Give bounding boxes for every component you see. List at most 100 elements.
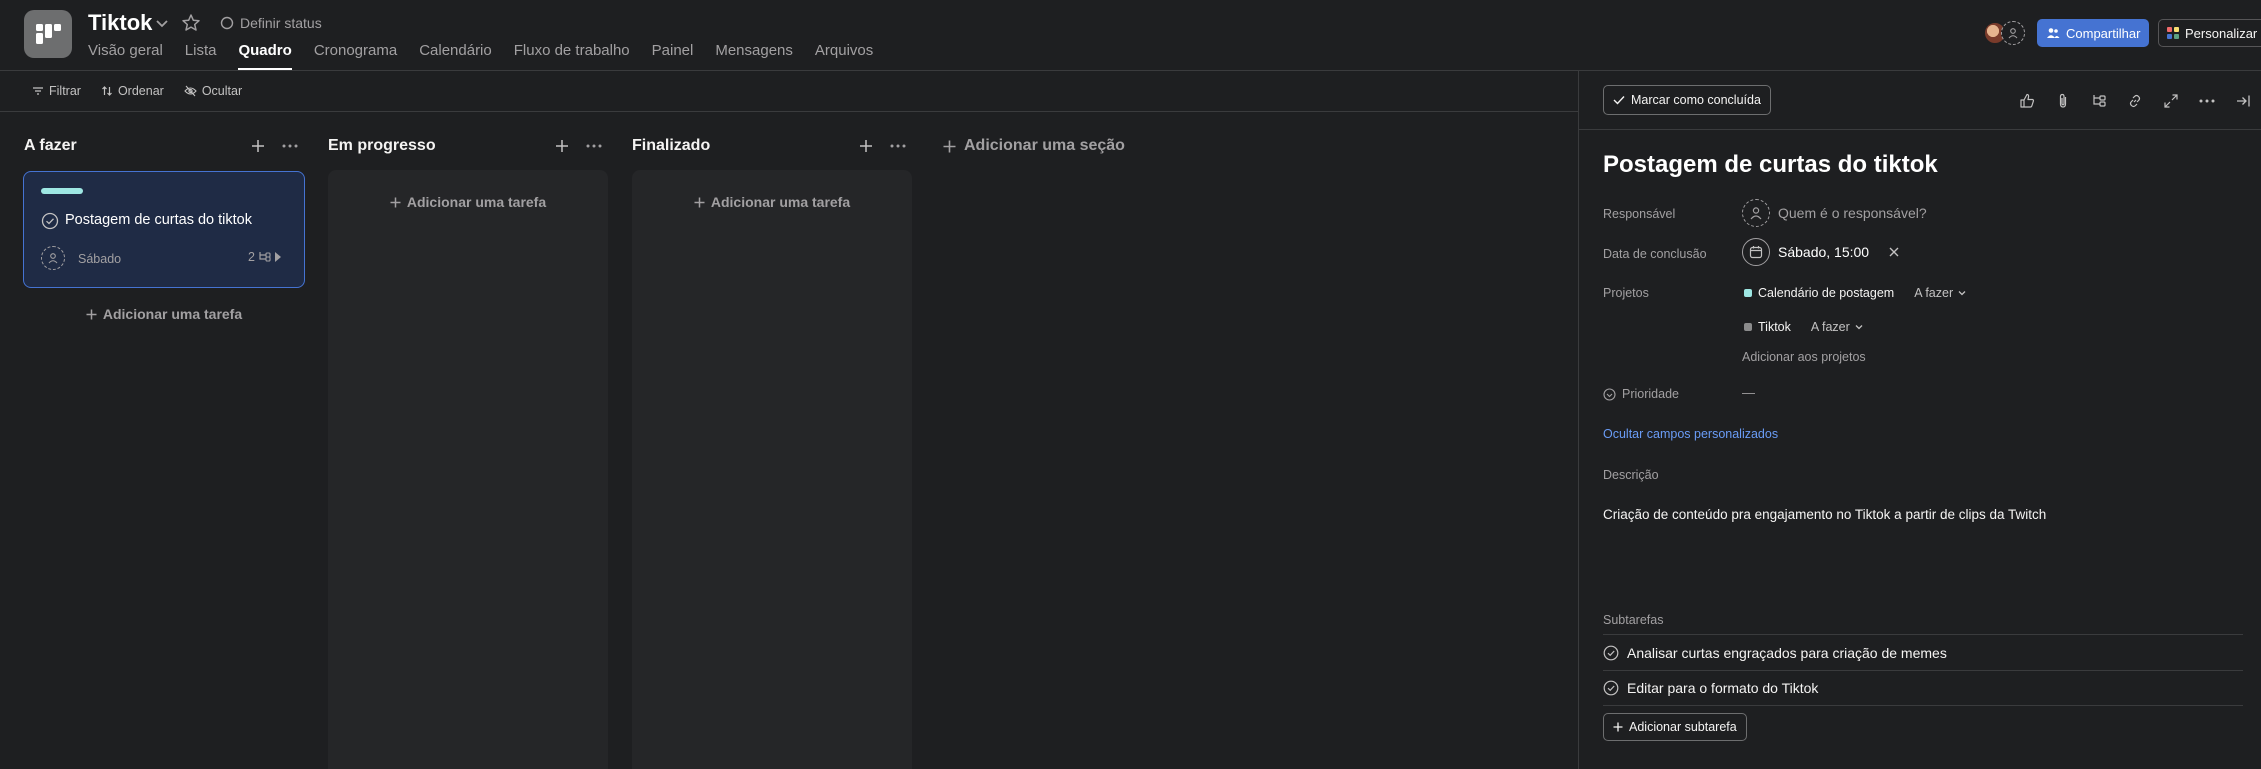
share-button[interactable]: Compartilhar <box>2037 19 2150 47</box>
plus-icon <box>390 197 401 207</box>
panel-divider <box>1579 129 2261 130</box>
subtasks-label: Subtarefas <box>1603 613 1664 627</box>
task-card[interactable]: Postagem de curtas do tiktok Sábado 2 <box>23 171 305 288</box>
due-date-field[interactable]: Sábado, 15:00 <box>1742 238 1899 266</box>
tab-overview[interactable]: Visão geral <box>88 40 163 70</box>
check-circle-icon[interactable] <box>1603 645 1619 661</box>
hide-button[interactable]: Ocultar <box>184 84 242 98</box>
like-icon[interactable] <box>2015 89 2039 113</box>
projects-label: Projetos <box>1603 286 1649 300</box>
members-avatars[interactable] <box>1983 21 2025 45</box>
project-row[interactable]: Calendário de postagem A fazer <box>1744 286 1967 300</box>
add-member-icon[interactable] <box>2001 21 2025 45</box>
subtask-icon <box>259 252 271 262</box>
calendar-icon <box>1742 238 1770 266</box>
project-section-dropdown[interactable]: A fazer <box>1914 286 1967 300</box>
description-label: Descrição <box>1603 468 1659 482</box>
project-color-dot <box>1744 323 1752 331</box>
project-section-dropdown[interactable]: A fazer <box>1811 320 1864 334</box>
check-icon <box>1613 96 1625 105</box>
filter-label: Filtrar <box>49 84 81 98</box>
column-add-icon[interactable] <box>854 134 878 158</box>
due-date-label: Data de conclusão <box>1603 247 1707 261</box>
check-circle-icon[interactable] <box>1603 680 1619 696</box>
project-section-label: A fazer <box>1914 286 1954 300</box>
column-add-icon[interactable] <box>246 134 270 158</box>
assignee-placeholder-icon[interactable] <box>41 246 65 270</box>
tab-board[interactable]: Quadro <box>238 40 293 70</box>
subtask-title[interactable]: Analisar curtas engraçados para criação … <box>1627 645 1947 661</box>
column-title-in-progress: Em progresso <box>328 137 436 154</box>
project-name[interactable]: Calendário de postagem <box>1758 286 1894 300</box>
card-color-tag <box>41 188 83 194</box>
more-options-icon[interactable] <box>2195 89 2219 113</box>
column-more-icon[interactable] <box>582 134 606 158</box>
sort-label: Ordenar <box>117 84 164 98</box>
set-status-label: Definir status <box>240 15 322 31</box>
star-icon[interactable] <box>180 12 202 34</box>
sort-icon <box>102 86 112 96</box>
close-panel-icon[interactable] <box>2231 89 2255 113</box>
subtask-title[interactable]: Editar para o formato do Tiktok <box>1627 680 1818 696</box>
attachment-icon[interactable] <box>2051 89 2075 113</box>
priority-label-row: Prioridade <box>1603 387 1679 401</box>
project-section-label: A fazer <box>1810 320 1850 334</box>
sort-button[interactable]: Ordenar <box>101 84 164 98</box>
project-name[interactable]: Tiktok <box>1758 320 1791 334</box>
column-more-icon[interactable] <box>886 134 910 158</box>
tab-list[interactable]: Lista <box>185 40 217 70</box>
subtask-row[interactable]: Analisar curtas engraçados para criação … <box>1603 634 2243 670</box>
set-status-button[interactable]: Definir status <box>220 12 322 34</box>
plus-icon <box>1613 722 1623 732</box>
column-title-todo: A fazer <box>24 137 77 154</box>
tab-messages[interactable]: Mensagens <box>715 40 793 70</box>
priority-label: Prioridade <box>1622 387 1679 401</box>
add-task-button[interactable]: Adicionar uma tarefa <box>24 302 304 326</box>
add-task-button[interactable]: Adicionar uma tarefa <box>328 190 608 214</box>
card-title: Postagem de curtas do tiktok <box>65 212 252 228</box>
people-icon <box>2047 28 2060 38</box>
task-detail-panel: Marcar como concluída Postagem de curtas… <box>1578 71 2261 769</box>
chevron-down-icon[interactable] <box>152 13 172 33</box>
subtask-icon[interactable] <box>2087 89 2111 113</box>
clear-date-icon[interactable] <box>1889 247 1899 257</box>
tab-calendar[interactable]: Calendário <box>419 40 492 70</box>
mark-complete-button[interactable]: Marcar como concluída <box>1603 85 1771 115</box>
add-section-label: Adicionar uma seção <box>964 137 1125 154</box>
plus-icon <box>86 309 97 319</box>
column-more-icon[interactable] <box>278 134 302 158</box>
assignee-label: Responsável <box>1603 207 1676 221</box>
grid-colors-icon <box>2167 27 2179 39</box>
task-title[interactable]: Postagem de curtas do tiktok <box>1603 151 1938 179</box>
link-icon[interactable] <box>2123 89 2147 113</box>
add-section-button[interactable]: Adicionar uma seção <box>943 134 1125 158</box>
column-add-icon[interactable] <box>550 134 574 158</box>
tab-dashboard[interactable]: Painel <box>652 40 694 70</box>
add-task-button[interactable]: Adicionar uma tarefa <box>632 190 912 214</box>
card-due-date: Sábado <box>78 252 122 266</box>
tab-timeline[interactable]: Cronograma <box>314 40 397 70</box>
priority-value[interactable]: — <box>1742 385 1755 400</box>
expand-icon[interactable] <box>2159 89 2183 113</box>
filter-icon <box>33 87 43 95</box>
hide-custom-fields-link[interactable]: Ocultar campos personalizados <box>1603 427 1778 441</box>
mark-complete-label: Marcar como concluída <box>1631 93 1761 107</box>
check-circle-icon[interactable] <box>41 212 59 230</box>
add-to-projects-link[interactable]: Adicionar aos projetos <box>1742 350 1866 364</box>
filter-button[interactable]: Filtrar <box>32 84 81 98</box>
card-subtask-count[interactable]: 2 <box>248 250 281 264</box>
add-subtask-button[interactable]: Adicionar subtarefa <box>1603 713 1747 741</box>
description-text[interactable]: Criação de conteúdo pra engajamento no T… <box>1603 507 2046 522</box>
customize-button[interactable]: Personalizar <box>2158 19 2261 47</box>
board-toolbar: Filtrar Ordenar Ocultar <box>0 71 1578 112</box>
customize-label: Personalizar <box>2185 25 2258 41</box>
assignee-field[interactable]: Quem é o responsável? <box>1742 199 1927 227</box>
add-subtask-label: Adicionar subtarefa <box>1629 720 1737 734</box>
hide-label: Ocultar <box>201 84 243 98</box>
project-row[interactable]: Tiktok A fazer <box>1744 320 1864 334</box>
subtask-row[interactable]: Editar para o formato do Tiktok <box>1603 670 2243 706</box>
plus-icon <box>943 140 956 152</box>
tab-workflow[interactable]: Fluxo de trabalho <box>514 40 630 70</box>
project-board-icon[interactable] <box>24 10 72 58</box>
tab-files[interactable]: Arquivos <box>815 40 873 70</box>
